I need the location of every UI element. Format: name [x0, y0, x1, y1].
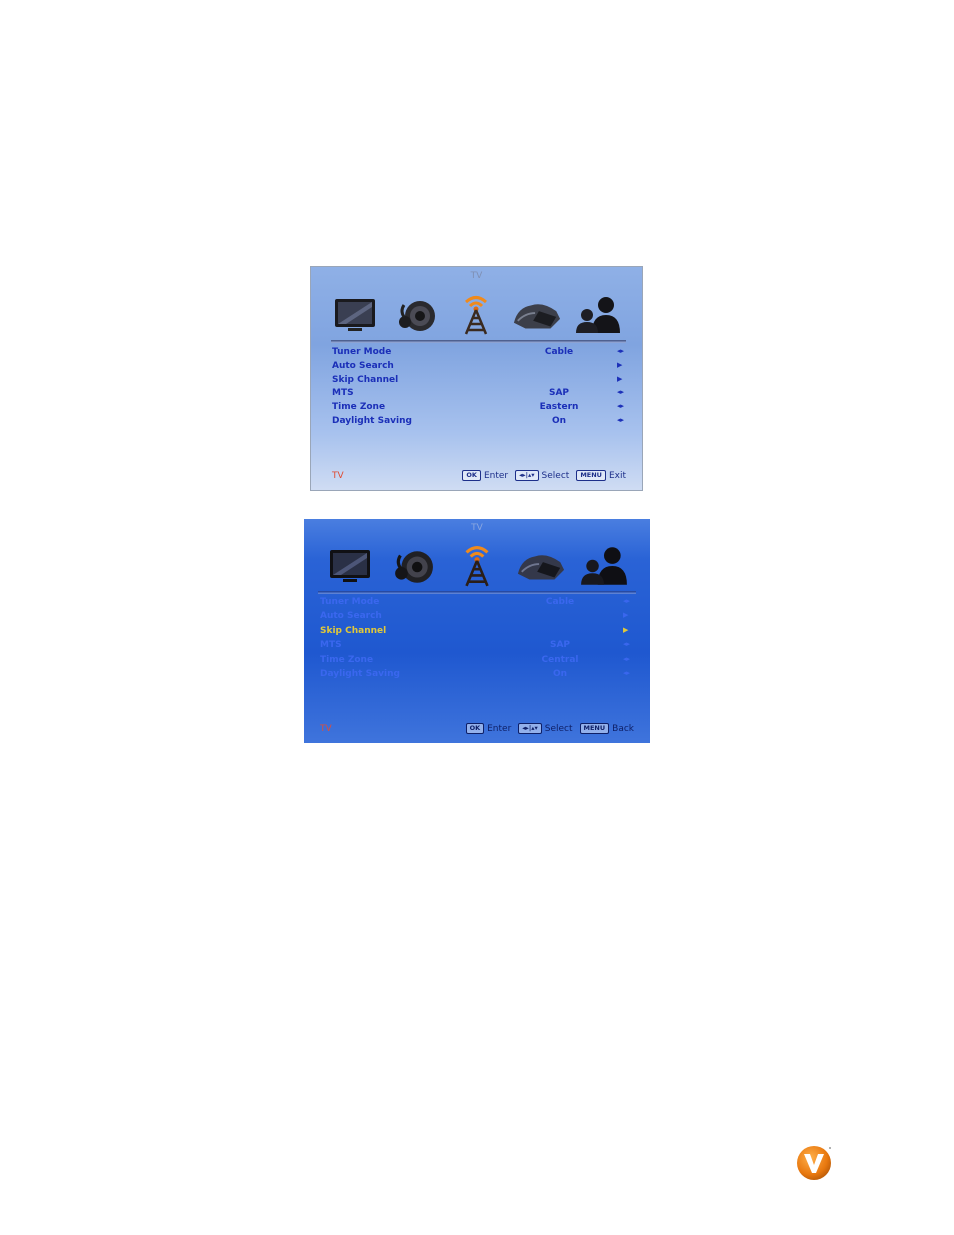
left-right-arrow-icon: ◂▸: [623, 640, 631, 648]
menu-divider: [318, 591, 636, 594]
row-value: On: [551, 416, 567, 426]
row-label: Skip Channel: [320, 626, 387, 636]
right-arrow-icon: ▶: [623, 611, 629, 619]
setup-icon[interactable]: [516, 544, 566, 588]
menu-row-daylight-saving[interactable]: Daylight Saving On ◂▸: [320, 669, 636, 683]
row-label: Skip Channel: [332, 375, 399, 385]
menu-row-time-zone[interactable]: Time Zone Eastern ◂▸: [332, 402, 632, 416]
picture-icon[interactable]: [325, 544, 375, 588]
left-right-arrow-icon: ◂▸: [623, 669, 631, 677]
menu-footer: TV OK Enter ◂▸|▴▾ Select MENU Back: [304, 723, 650, 737]
row-value: Central: [541, 655, 579, 665]
menu-row-tuner-mode[interactable]: Tuner Mode Cable ◂▸: [320, 597, 636, 611]
nav-arrows-key: ◂▸|▴▾: [518, 723, 542, 734]
row-value: On: [552, 669, 568, 679]
row-label: MTS: [320, 640, 342, 650]
parental-icon[interactable]: [573, 293, 623, 337]
tv-antenna-icon[interactable]: [451, 293, 501, 337]
row-label: Auto Search: [320, 611, 382, 621]
menu-title: TV: [471, 523, 483, 533]
right-arrow-icon: ▶: [617, 361, 623, 369]
back-hint: Back: [612, 723, 634, 734]
menu-divider: [331, 340, 626, 343]
right-arrow-icon: ▶: [617, 375, 623, 383]
row-value: Cable: [545, 597, 575, 607]
row-label: Auto Search: [332, 361, 394, 371]
menu-key: MENU: [579, 723, 610, 734]
audio-icon[interactable]: [388, 544, 438, 588]
row-label: Daylight Saving: [320, 669, 400, 679]
input-source-label: TV: [332, 471, 344, 481]
audio-icon[interactable]: [391, 293, 441, 337]
menu-key: MENU: [576, 470, 606, 481]
left-right-arrow-icon: ◂▸: [617, 402, 625, 410]
tv-menu-screenshot-2: TV Tuner Mode Cable ◂▸ Auto Search ▶ Ski…: [304, 519, 650, 743]
row-label: Time Zone: [332, 402, 386, 412]
row-label: Daylight Saving: [332, 416, 412, 426]
row-label: MTS: [332, 388, 354, 398]
right-arrow-icon: ▶: [623, 626, 629, 634]
menu-row-daylight-saving[interactable]: Daylight Saving On ◂▸: [332, 416, 632, 430]
key-hints: OK Enter ◂▸|▴▾ Select MENU Back: [465, 723, 638, 734]
menu-icon-bar: [311, 291, 642, 339]
tv-antenna-icon[interactable]: [452, 544, 502, 588]
menu-row-time-zone[interactable]: Time Zone Central ◂▸: [320, 655, 636, 669]
ok-key: OK: [462, 470, 481, 481]
row-value: Eastern: [539, 402, 579, 412]
left-right-arrow-icon: ◂▸: [617, 388, 625, 396]
menu-icon-bar: [304, 541, 650, 591]
menu-title: TV: [470, 271, 483, 281]
ok-hint: Enter: [487, 723, 512, 734]
menu-row-auto-search[interactable]: Auto Search ▶: [320, 611, 636, 625]
parental-icon[interactable]: [579, 544, 629, 588]
ok-hint: Enter: [483, 470, 509, 481]
brand-logo-icon: [796, 1145, 832, 1181]
menu-row-tuner-mode[interactable]: Tuner Mode Cable ◂▸: [332, 347, 632, 361]
menu-footer: TV OK Enter ◂▸|▴▾ Select MENU Exit: [311, 470, 642, 484]
menu-row-skip-channel[interactable]: Skip Channel ▶: [332, 375, 632, 389]
key-hints: OK Enter ◂▸|▴▾ Select MENU Exit: [462, 470, 630, 481]
menu-row-skip-channel-selected[interactable]: Skip Channel ▶: [320, 626, 636, 640]
setup-icon[interactable]: [512, 293, 562, 337]
row-label: Time Zone: [320, 655, 374, 665]
exit-hint: Exit: [608, 470, 626, 481]
input-source-label: TV: [320, 724, 332, 734]
nav-arrows-key: ◂▸|▴▾: [515, 470, 539, 481]
left-right-arrow-icon: ◂▸: [617, 347, 625, 355]
left-right-arrow-icon: ◂▸: [623, 655, 631, 663]
menu-row-mts[interactable]: MTS SAP ◂▸: [332, 388, 632, 402]
ok-key: OK: [465, 723, 485, 734]
tv-menu-screenshot-1: TV Tuner Mode Cable ◂▸ Auto Search ▶ Ski…: [310, 266, 643, 491]
picture-icon[interactable]: [330, 293, 380, 337]
select-hint: Select: [541, 470, 570, 481]
row-value: SAP: [549, 640, 571, 650]
row-label: Tuner Mode: [332, 347, 392, 357]
row-label: Tuner Mode: [320, 597, 380, 607]
row-value: Cable: [544, 347, 574, 357]
menu-row-auto-search[interactable]: Auto Search ▶: [332, 361, 632, 375]
select-hint: Select: [544, 723, 573, 734]
left-right-arrow-icon: ◂▸: [623, 597, 631, 605]
menu-row-mts[interactable]: MTS SAP ◂▸: [320, 640, 636, 654]
row-value: SAP: [548, 388, 570, 398]
left-right-arrow-icon: ◂▸: [617, 416, 625, 424]
